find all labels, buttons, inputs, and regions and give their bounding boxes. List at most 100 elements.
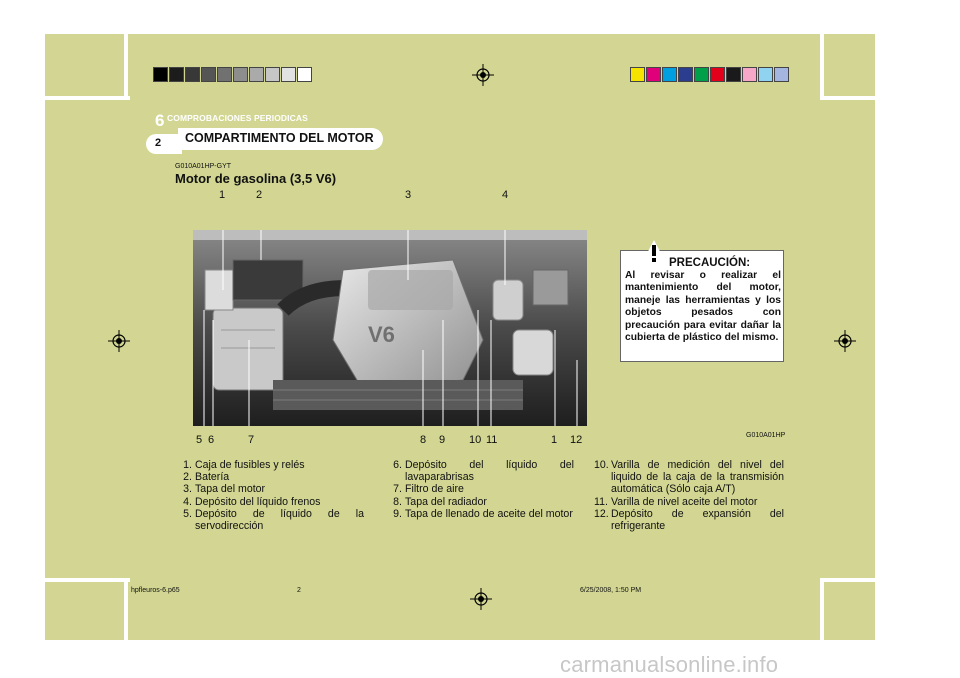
list-item: 9. Tapa de llenado de aceite del motor — [388, 508, 574, 520]
color-swatch — [662, 67, 677, 82]
legend-list-3: 10. Varilla de medición del nivel del liq… — [594, 459, 784, 532]
color-swatch — [646, 67, 661, 82]
list-item-number: 6. — [393, 459, 402, 471]
list-item-number: 9. — [393, 507, 402, 520]
registration-mark-icon — [470, 588, 492, 610]
engine-compartment-photo: V6 — [193, 230, 587, 426]
figure-code: G010A01HP — [746, 432, 786, 439]
list-item-text: Varilla de medición del nivel del liquid… — [611, 459, 784, 496]
registration-mark-icon — [108, 330, 130, 352]
list-item-text: Batería — [195, 471, 230, 484]
callout-label: 7 — [248, 434, 255, 446]
list-item-number: 7. — [393, 483, 402, 496]
color-swatch — [265, 67, 280, 82]
legend-list-2: 6. Depósito del líquido del lavaparabrisa… — [388, 459, 574, 520]
color-swatch-strip — [630, 67, 790, 82]
chapter-title: COMPROBACIONES PERIODICAS — [167, 113, 308, 123]
crop-mark — [45, 96, 130, 100]
engine-badge: V6 — [368, 322, 395, 347]
legend-list-1: 1. Caja de fusibles y relés 2. Batería 3. Tap… — [178, 459, 364, 532]
page-number-pill — [146, 134, 182, 154]
caution-box: PRECAUCIÓN: Al revisar o realizar el man… — [620, 240, 784, 362]
list-item-text: Depósito de expansión del refrigerante — [611, 507, 784, 533]
list-item-text: Depósito del líquido frenos — [195, 495, 321, 508]
color-swatch — [758, 67, 773, 82]
crop-mark — [820, 96, 875, 100]
watermark: carmanualsonline.info — [560, 652, 779, 677]
color-swatch — [153, 67, 168, 82]
crop-mark — [820, 580, 824, 640]
list-item-number: 8. — [393, 495, 402, 508]
list-item: 4. Depósito del líquido frenos — [178, 496, 364, 508]
list-item-text: Depósito de líquido de la servodirección — [195, 507, 364, 533]
color-swatch — [185, 67, 200, 82]
list-item-number: 5. — [183, 507, 192, 520]
list-item: 11. Varilla de nivel aceite del motor — [594, 496, 784, 508]
color-swatch — [630, 67, 645, 82]
list-item-number: 2. — [183, 471, 192, 484]
crop-mark — [820, 578, 875, 582]
callout-label: 2 — [256, 189, 263, 201]
color-swatch — [201, 67, 216, 82]
callout-label: 5 — [196, 434, 203, 446]
list-item-text: Filtro de aire — [405, 483, 464, 496]
color-swatch — [726, 67, 741, 82]
callout-label: 6 — [208, 434, 215, 446]
chapter-number: 6 — [155, 111, 165, 130]
callout-label: 3 — [405, 189, 412, 201]
color-swatch — [249, 67, 264, 82]
crop-mark — [820, 34, 824, 100]
subtitle: Motor de gasolina (3,5 V6) — [175, 171, 337, 186]
callout-label: 1 — [551, 434, 558, 446]
color-swatch — [710, 67, 725, 82]
list-item: 6. Depósito del líquido del lavaparabrisa… — [388, 459, 574, 483]
color-swatch — [678, 67, 693, 82]
list-item-text: Tapa de llenado de aceite del motor — [405, 507, 573, 520]
callout-label: 1 — [219, 189, 226, 201]
color-swatch — [281, 67, 296, 82]
caution-text: Al revisar o realizar el mantenimiento d… — [625, 270, 781, 344]
list-item: 10. Varilla de medición del nivel del liq… — [594, 459, 784, 496]
list-item-number: 1. — [183, 459, 192, 471]
registration-mark-icon — [472, 64, 494, 86]
list-item: 5. Depósito de líquido de la servodirecci… — [178, 508, 364, 532]
callout-label: 11 — [486, 434, 498, 446]
footer-date: 6/25/2008, 1:50 PM — [580, 587, 642, 594]
list-item: 7. Filtro de aire — [388, 483, 574, 495]
page-number: 2 — [155, 137, 162, 149]
list-item-text: Caja de fusibles y relés — [195, 459, 305, 471]
list-item: 12. Depósito de expansión del refrigerant… — [594, 508, 784, 532]
list-item-number: 12. — [594, 507, 609, 520]
list-item-text: Tapa del radiador — [405, 495, 487, 508]
footer-file: hpfleuros-6.p65 — [131, 587, 180, 594]
list-item: 8. Tapa del radiador — [388, 496, 574, 508]
list-item: 3. Tapa del motor — [178, 483, 364, 495]
warning-icon — [642, 240, 666, 263]
crop-mark — [45, 578, 130, 582]
list-item-number: 10. — [594, 459, 609, 471]
crop-mark — [124, 580, 128, 640]
list-item: 2. Batería — [178, 471, 364, 483]
list-item-text: Tapa del motor — [195, 483, 266, 496]
list-item-number: 3. — [183, 483, 192, 496]
color-swatch — [774, 67, 789, 82]
crop-mark — [124, 34, 128, 100]
gray-swatch-strip — [153, 67, 313, 82]
registration-mark-icon — [834, 330, 856, 352]
callout-label: 12 — [570, 434, 583, 446]
callout-label: 8 — [420, 434, 427, 446]
color-swatch — [694, 67, 709, 82]
callout-label: 9 — [439, 434, 446, 446]
color-swatch — [742, 67, 757, 82]
list-item-number: 11. — [594, 495, 608, 508]
list-item-number: 4. — [183, 495, 192, 508]
section-title: COMPARTIMENTO DEL MOTOR — [185, 131, 374, 145]
callout-label: 10 — [469, 434, 482, 446]
list-item: 1. Caja de fusibles y relés — [178, 459, 364, 471]
color-swatch — [297, 67, 312, 82]
callout-label: 4 — [502, 189, 509, 201]
reference-code: G010A01HP-GYT — [175, 163, 232, 170]
caution-title: PRECAUCIÓN: — [669, 257, 751, 269]
footer-page: 2 — [297, 587, 301, 594]
manual-page: 6 COMPROBACIONES PERIODICAS 2 COMPARTIME… — [0, 0, 960, 678]
